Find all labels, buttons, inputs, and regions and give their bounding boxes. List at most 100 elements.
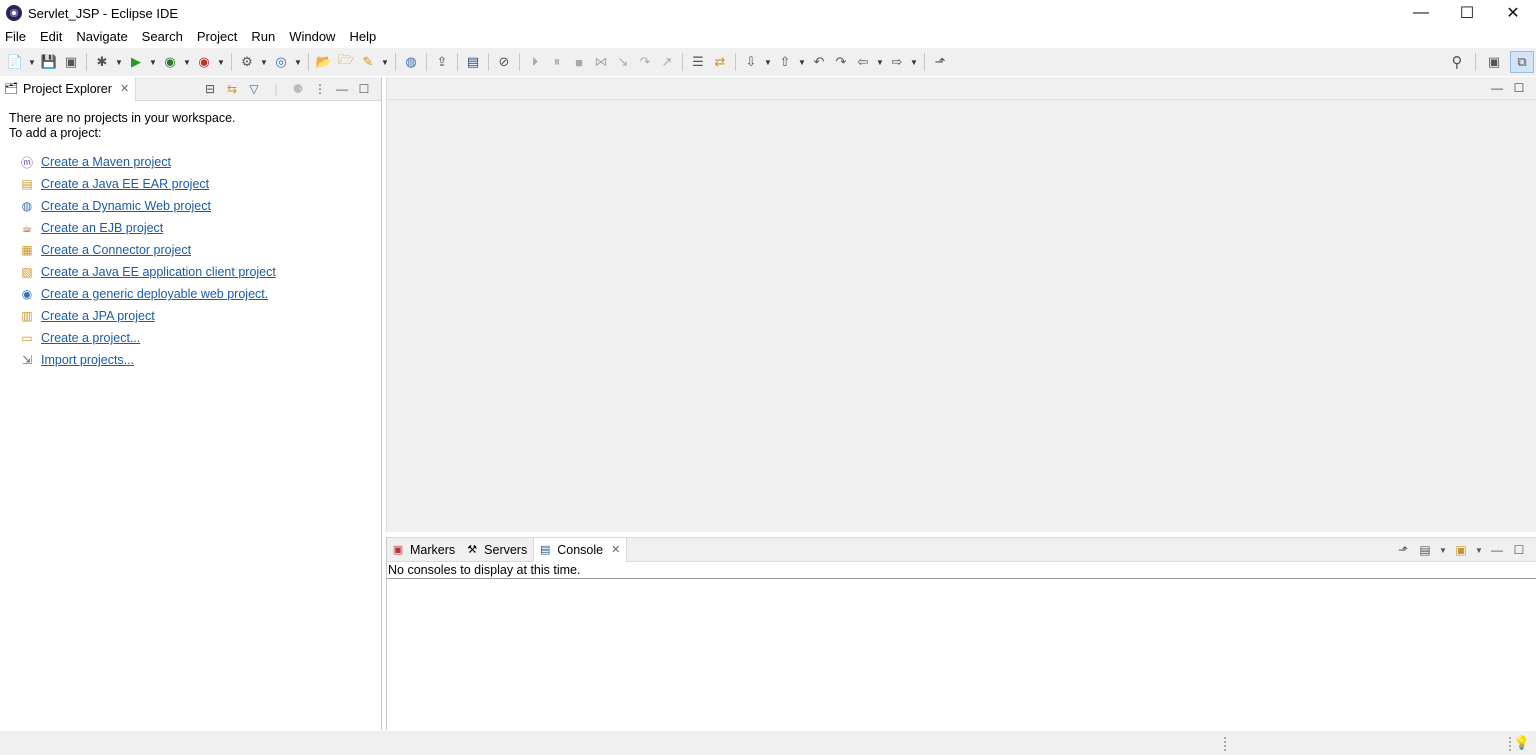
new-web-dropdown-icon[interactable]: ▼ bbox=[293, 53, 303, 71]
open-console-icon[interactable]: ▣ bbox=[1453, 542, 1469, 558]
link-with-editor-icon[interactable]: ⇆ bbox=[224, 81, 240, 97]
forward-icon[interactable]: ⇨ bbox=[888, 53, 906, 71]
maximize-view-icon[interactable]: ☐ bbox=[356, 81, 372, 97]
search-tool-icon[interactable]: ✎ bbox=[359, 53, 377, 71]
step-over-icon[interactable]: ↷ bbox=[636, 53, 654, 71]
globe-icon[interactable]: ◍ bbox=[402, 53, 420, 71]
forward-dropdown-icon[interactable]: ▼ bbox=[909, 53, 919, 71]
search-dropdown-icon[interactable]: ▼ bbox=[380, 53, 390, 71]
skip-breakpoints-icon[interactable]: ⊘ bbox=[495, 53, 513, 71]
close-tab-icon[interactable]: ✕ bbox=[120, 82, 129, 95]
annotation-prev-icon[interactable]: ⇧ bbox=[776, 53, 794, 71]
minimize-editor-icon[interactable]: — bbox=[1489, 80, 1505, 96]
toolbar-separator bbox=[231, 53, 232, 71]
new-web-icon[interactable]: ◎ bbox=[272, 53, 290, 71]
annotation-prev-dropdown-icon[interactable]: ▼ bbox=[797, 53, 807, 71]
menu-window[interactable]: Window bbox=[282, 27, 342, 47]
new-dropdown-icon[interactable]: ▼ bbox=[27, 53, 37, 71]
menu-edit[interactable]: Edit bbox=[33, 27, 69, 47]
focus-icon[interactable]: ⚈ bbox=[290, 81, 306, 97]
save-icon[interactable]: 💾 bbox=[40, 53, 58, 71]
resume-icon[interactable]: ⏵ bbox=[526, 53, 544, 71]
import-projects-link[interactable]: Import projects... bbox=[41, 353, 134, 367]
save-all-icon[interactable]: ▣ bbox=[62, 53, 80, 71]
display-console-dropdown-icon[interactable]: ▼ bbox=[1439, 542, 1447, 558]
minimize-button[interactable]: — bbox=[1398, 0, 1444, 26]
deploy-icon[interactable]: ⇪ bbox=[433, 53, 451, 71]
view-menu-icon[interactable]: ⋮ bbox=[312, 81, 328, 97]
menu-navigate[interactable]: Navigate bbox=[69, 27, 134, 47]
pin-console-icon[interactable]: ⬏ bbox=[1395, 542, 1411, 558]
coverage-dropdown-icon[interactable]: ▼ bbox=[182, 53, 192, 71]
lightbulb-icon[interactable]: 💡 bbox=[1514, 735, 1530, 751]
debug-dropdown-icon[interactable]: ▼ bbox=[114, 53, 124, 71]
menu-help[interactable]: Help bbox=[342, 27, 383, 47]
close-button[interactable]: ✕ bbox=[1490, 0, 1536, 26]
create-maven-project-link[interactable]: Create a Maven project bbox=[41, 155, 171, 169]
last-edit-icon[interactable]: ↶ bbox=[810, 53, 828, 71]
menu-run[interactable]: Run bbox=[244, 27, 282, 47]
open-console-dropdown-icon[interactable]: ▼ bbox=[1475, 542, 1483, 558]
java-ee-perspective-icon[interactable]: ⧉ bbox=[1510, 51, 1534, 73]
minimize-view-icon[interactable]: — bbox=[334, 81, 350, 97]
suspend-icon[interactable]: ⏸ bbox=[548, 53, 566, 71]
run-dropdown-icon[interactable]: ▼ bbox=[148, 53, 158, 71]
list-item: ☕ Create an EJB project bbox=[19, 217, 381, 239]
tab-markers[interactable]: ▣ Markers bbox=[387, 538, 461, 562]
terminal-icon[interactable]: ▤ bbox=[464, 53, 482, 71]
new-server-dropdown-icon[interactable]: ▼ bbox=[259, 53, 269, 71]
maximize-button[interactable]: ☐ bbox=[1444, 0, 1490, 26]
editor-area[interactable]: — ☐ bbox=[386, 77, 1536, 532]
step-into-icon[interactable]: ↘ bbox=[614, 53, 632, 71]
annotation-next-icon[interactable]: ⇩ bbox=[742, 53, 760, 71]
disconnect-icon[interactable]: ⋈ bbox=[592, 53, 610, 71]
list-item: ⓜ Create a Maven project bbox=[19, 151, 381, 173]
next-edit-icon[interactable]: ↷ bbox=[832, 53, 850, 71]
toggle-filters-icon[interactable]: ⇄ bbox=[711, 53, 729, 71]
menu-file[interactable]: File bbox=[0, 27, 33, 47]
new-server-icon[interactable]: ⚙ bbox=[238, 53, 256, 71]
minimize-view-icon[interactable]: — bbox=[1489, 542, 1505, 558]
project-explorer-actions: ⊟ ⇆ ▽ | ⚈ ⋮ — ☐ bbox=[199, 77, 375, 101]
open-type-icon[interactable]: 📂 bbox=[315, 53, 333, 71]
annotation-next-dropdown-icon[interactable]: ▼ bbox=[763, 53, 773, 71]
create-ear-project-link[interactable]: Create a Java EE EAR project bbox=[41, 177, 209, 191]
use-step-filters-icon[interactable]: ☰ bbox=[689, 53, 707, 71]
open-perspective-icon[interactable]: ▣ bbox=[1482, 51, 1506, 73]
empty-workspace-message: There are no projects in your workspace.… bbox=[0, 101, 381, 141]
menu-search[interactable]: Search bbox=[135, 27, 190, 47]
filter-icon[interactable]: ▽ bbox=[246, 81, 262, 97]
coverage-icon[interactable]: ◉ bbox=[161, 53, 179, 71]
bottom-views-header: ▣ Markers ⚒ Servers ▤ Console ✕ ⬏ ▤ ▼ ▣ … bbox=[387, 537, 1536, 562]
tab-console[interactable]: ▤ Console ✕ bbox=[533, 537, 628, 562]
tab-servers[interactable]: ⚒ Servers bbox=[461, 538, 533, 562]
search-icon[interactable]: ⚲ bbox=[1445, 51, 1469, 73]
back-icon[interactable]: ⇦ bbox=[854, 53, 872, 71]
menu-project[interactable]: Project bbox=[190, 27, 244, 47]
terminate-icon[interactable]: ■ bbox=[570, 53, 588, 71]
run-icon[interactable]: ▶ bbox=[127, 53, 145, 71]
collapse-all-icon[interactable]: ⊟ bbox=[202, 81, 218, 97]
step-return-icon[interactable]: ↗ bbox=[658, 53, 676, 71]
tab-project-explorer[interactable]: 🗂 Project Explorer ✕ bbox=[0, 76, 137, 101]
pin-editor-icon[interactable]: ⬏ bbox=[931, 53, 949, 71]
web-project-icon: ◍ bbox=[21, 199, 33, 213]
create-jpa-project-link[interactable]: Create a JPA project bbox=[41, 309, 155, 323]
create-deployable-web-project-link[interactable]: Create a generic deployable web project. bbox=[41, 287, 268, 301]
open-resource-icon[interactable]: 🗁 bbox=[337, 52, 355, 71]
create-project-link[interactable]: Create a project... bbox=[41, 331, 140, 345]
maximize-view-icon[interactable]: ☐ bbox=[1511, 542, 1527, 558]
create-dynamic-web-project-link[interactable]: Create a Dynamic Web project bbox=[41, 199, 211, 213]
external-tools-dropdown-icon[interactable]: ▼ bbox=[216, 53, 226, 71]
create-connector-project-link[interactable]: Create a Connector project bbox=[41, 243, 191, 257]
create-app-client-project-link[interactable]: Create a Java EE application client proj… bbox=[41, 265, 276, 279]
back-dropdown-icon[interactable]: ▼ bbox=[875, 53, 885, 71]
display-console-icon[interactable]: ▤ bbox=[1417, 542, 1433, 558]
create-ejb-project-link[interactable]: Create an EJB project bbox=[41, 221, 163, 235]
maximize-editor-icon[interactable]: ☐ bbox=[1511, 80, 1527, 96]
new-wizard-icon[interactable]: 📄 bbox=[6, 53, 24, 71]
debug-icon[interactable]: ✱ bbox=[93, 53, 111, 71]
close-tab-icon[interactable]: ✕ bbox=[611, 543, 620, 556]
external-tools-icon[interactable]: ◉ bbox=[195, 53, 213, 71]
toolbar-separator bbox=[308, 53, 309, 71]
